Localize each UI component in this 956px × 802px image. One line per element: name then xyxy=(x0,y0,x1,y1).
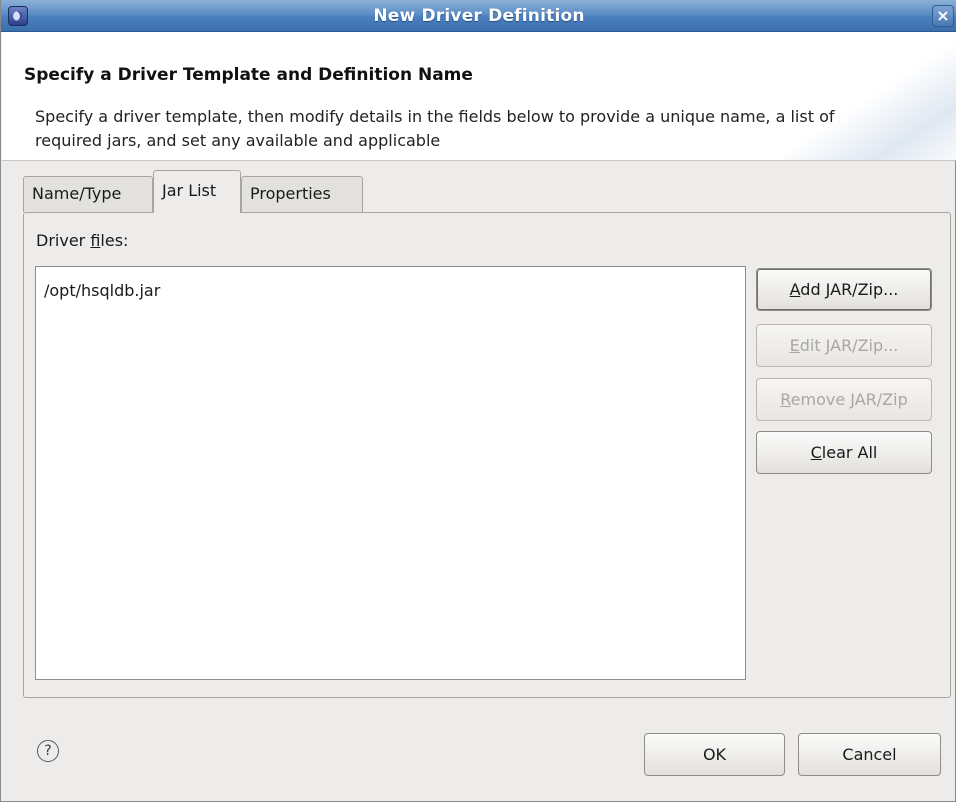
edit-jar-zip-mnemonic: E xyxy=(789,336,800,355)
add-jar-zip-label: dd JAR/Zip... xyxy=(800,280,899,299)
driver-files-label: Driver files: xyxy=(36,231,128,250)
ok-button[interactable]: OK xyxy=(644,733,785,776)
clear-all-label: lear All xyxy=(821,443,878,462)
add-jar-zip-button[interactable]: Add JAR/Zip... xyxy=(756,268,932,311)
driver-files-list[interactable]: /opt/hsqldb.jar xyxy=(35,266,746,680)
header-description: Specify a driver template, then modify d… xyxy=(35,107,835,150)
new-driver-definition-dialog: New Driver Definition × Specify a Driver… xyxy=(0,0,956,802)
driver-files-label-prefix: Driver xyxy=(36,231,91,250)
jar-list-panel: Driver files: /opt/hsqldb.jar Add JAR/Zi… xyxy=(23,212,951,698)
clear-all-mnemonic: C xyxy=(810,443,822,462)
title-bar[interactable]: New Driver Definition × xyxy=(1,0,956,32)
wizard-header: Specify a Driver Template and Definition… xyxy=(2,32,956,161)
help-icon[interactable]: ? xyxy=(37,740,59,762)
edit-jar-zip-button[interactable]: Edit JAR/Zip... xyxy=(756,324,932,367)
add-jar-zip-mnemonic: A xyxy=(789,280,801,299)
header-title: Specify a Driver Template and Definition… xyxy=(24,65,473,85)
tab-jar-list[interactable]: Jar List xyxy=(153,170,241,213)
driver-files-label-mnemonic: f xyxy=(90,231,101,250)
tab-properties[interactable]: Properties xyxy=(241,176,363,212)
list-item[interactable]: /opt/hsqldb.jar xyxy=(44,281,160,300)
remove-jar-zip-mnemonic: R xyxy=(780,390,791,409)
remove-jar-zip-label: emove JAR/Zip xyxy=(790,390,908,409)
window-title: New Driver Definition xyxy=(373,6,585,26)
clear-all-button[interactable]: Clear All xyxy=(756,431,932,474)
cancel-button[interactable]: Cancel xyxy=(798,733,941,776)
close-button[interactable]: × xyxy=(932,5,954,27)
driver-files-label-suffix: iles: xyxy=(100,231,129,250)
tab-name-type[interactable]: Name/Type xyxy=(23,176,153,212)
remove-jar-zip-button[interactable]: Remove JAR/Zip xyxy=(756,378,932,421)
edit-jar-zip-label: dit JAR/Zip... xyxy=(799,336,899,355)
